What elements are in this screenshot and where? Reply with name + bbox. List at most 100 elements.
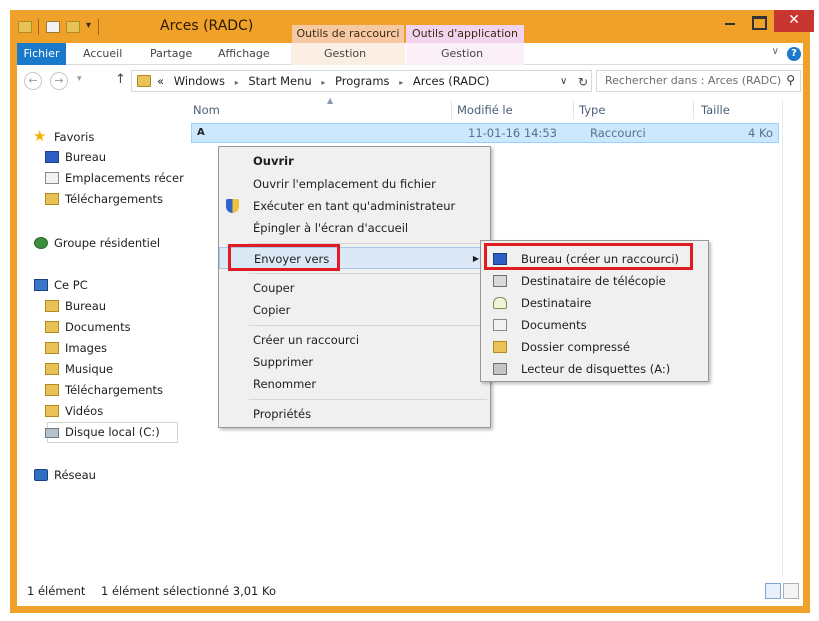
pane-divider	[782, 99, 783, 577]
menu-ouvrir-emplacement[interactable]: Ouvrir l'emplacement du fichier	[219, 173, 490, 195]
close-button[interactable]: ✕	[774, 10, 814, 32]
column-divider[interactable]	[693, 101, 694, 119]
tab-partage[interactable]: Partage	[150, 43, 192, 65]
menu-copier[interactable]: Copier	[219, 299, 490, 321]
drive-icon	[45, 428, 59, 438]
menu-ouvrir-emplacement-label: Ouvrir l'emplacement du fichier	[253, 177, 436, 191]
file-size: 4 Ko	[748, 126, 773, 140]
navigation-bar: ← → ▾ ↑ « Windows ▸ Start Menu ▸ Program…	[17, 65, 803, 97]
submenu-documents[interactable]: Documents	[481, 314, 708, 336]
tab-accueil[interactable]: Accueil	[83, 43, 122, 65]
documents-icon	[45, 321, 59, 333]
breadcrumb-separator-icon[interactable]: ▸	[235, 78, 239, 87]
search-icon[interactable]: ⚲	[786, 73, 795, 87]
search-input[interactable]: Rechercher dans : Arces (RADC)	[605, 71, 781, 91]
nav-emplacements-label: Emplacements récer	[65, 171, 184, 185]
properties-icon[interactable]	[46, 21, 60, 33]
nav-groupe-label: Groupe résidentiel	[54, 236, 161, 250]
menu-couper[interactable]: Couper	[219, 277, 490, 299]
menu-proprietes-label: Propriétés	[253, 407, 312, 421]
minimize-button[interactable]	[716, 10, 744, 32]
menu-renommer[interactable]: Renommer	[219, 373, 490, 395]
refresh-icon[interactable]: ↻	[578, 72, 588, 92]
submenu-lecteur-disquettes[interactable]: Lecteur de disquettes (A:)	[481, 358, 708, 380]
downloads-icon	[45, 384, 59, 396]
downloads-icon	[45, 193, 59, 205]
tab-gestion-application[interactable]: Gestion	[441, 43, 483, 65]
nav-telechargements-label: Téléchargements	[65, 192, 164, 206]
back-button[interactable]: ←	[24, 72, 42, 90]
menu-ouvrir-label: Ouvrir	[253, 154, 294, 168]
menu-creer-raccourci[interactable]: Créer un raccourci	[219, 329, 490, 351]
breadcrumb-start-menu[interactable]: Start Menu	[248, 74, 311, 88]
tab-fichier[interactable]: Fichier	[17, 43, 66, 65]
close-icon: ✕	[788, 12, 800, 28]
breadcrumb-separator-icon[interactable]: ▸	[321, 78, 325, 87]
menu-separator	[249, 325, 487, 326]
highlight-box-bureau-raccourci	[484, 243, 693, 270]
menu-executer-admin[interactable]: Exécuter en tant qu'administrateur	[219, 195, 490, 217]
column-modifie[interactable]: Modifié le	[457, 103, 513, 117]
file-row[interactable]: A 11-01-16 14:53 Raccourci 4 Ko	[191, 123, 779, 143]
ribbon-tabs: Fichier Accueil Partage Affichage Gestio…	[17, 43, 803, 65]
forward-button[interactable]: →	[50, 72, 68, 90]
up-button[interactable]: ↑	[115, 72, 126, 87]
details-view-button[interactable]	[765, 583, 781, 599]
quick-access-separator	[38, 19, 39, 35]
highlight-box-envoyer-vers	[228, 244, 340, 271]
pictures-icon	[45, 342, 59, 354]
submenu-documents-label: Documents	[521, 318, 587, 332]
breadcrumb-windows[interactable]: Windows	[174, 74, 225, 88]
menu-ouvrir[interactable]: Ouvrir	[219, 150, 490, 172]
tab-affichage[interactable]: Affichage	[218, 43, 270, 65]
recent-locations-icon[interactable]: ▾	[77, 74, 82, 84]
menu-renommer-label: Renommer	[253, 377, 317, 391]
quick-access-dropdown-icon[interactable]: ▾	[86, 20, 91, 36]
title-bar: ▾ Arces (RADC) Outils de raccourci Outil…	[10, 10, 814, 43]
nav-favoris-label: Favoris	[54, 130, 95, 144]
submenu-dossier-compresse[interactable]: Dossier compressé	[481, 336, 708, 358]
nav-reseau-label: Réseau	[54, 468, 96, 482]
status-count: 1 élément	[27, 584, 86, 598]
submenu-disquettes-label: Lecteur de disquettes (A:)	[521, 362, 671, 376]
breadcrumb-separator-icon[interactable]: ▸	[399, 78, 403, 87]
breadcrumb-arces[interactable]: Arces (RADC)	[413, 74, 490, 88]
nav-cepc-label: Ce PC	[54, 278, 88, 292]
submenu-dossier-label: Dossier compressé	[521, 340, 630, 354]
computer-icon	[34, 279, 48, 291]
maximize-button[interactable]	[744, 10, 772, 32]
large-icons-view-button[interactable]	[783, 583, 799, 599]
context-tab-outils-application[interactable]: Outils d'application	[406, 25, 524, 43]
column-nom[interactable]: Nom	[193, 103, 220, 117]
search-box[interactable]: Rechercher dans : Arces (RADC) ⚲	[596, 70, 801, 92]
column-taille[interactable]: Taille	[701, 103, 730, 117]
menu-copier-label: Copier	[253, 303, 291, 317]
column-type[interactable]: Type	[579, 103, 605, 117]
tab-gestion-raccourci[interactable]: Gestion	[324, 43, 366, 65]
music-icon	[45, 363, 59, 375]
menu-creer-raccourci-label: Créer un raccourci	[253, 333, 360, 347]
new-folder-icon[interactable]	[66, 21, 80, 33]
folder-icon	[18, 21, 32, 33]
nav-videos-label: Vidéos	[65, 404, 104, 418]
menu-proprietes[interactable]: Propriétés	[219, 403, 490, 425]
address-dropdown-icon[interactable]: ∨	[560, 72, 567, 92]
submenu-destinataire-telecopie[interactable]: Destinataire de télécopie	[481, 270, 708, 292]
videos-icon	[45, 405, 59, 417]
nav-documents-label: Documents	[65, 320, 131, 334]
ribbon-expand-icon[interactable]: ∨	[772, 46, 779, 57]
recent-places-icon	[45, 172, 59, 184]
breadcrumb-programs[interactable]: Programs	[335, 74, 390, 88]
help-icon[interactable]: ?	[787, 47, 801, 61]
breadcrumb-overflow[interactable]: «	[157, 74, 164, 88]
column-divider[interactable]	[451, 101, 452, 119]
address-bar[interactable]: « Windows ▸ Start Menu ▸ Programs ▸ Arce…	[131, 70, 592, 92]
column-divider[interactable]	[573, 101, 574, 119]
star-icon: ★	[33, 127, 47, 145]
menu-executer-admin-label: Exécuter en tant qu'administrateur	[253, 199, 456, 213]
context-tab-outils-raccourci[interactable]: Outils de raccourci	[292, 25, 404, 43]
submenu-destinataire[interactable]: Destinataire	[481, 292, 708, 314]
nav-disque-label: Disque local (C:)	[65, 425, 160, 439]
menu-epingler[interactable]: Épingler à l'écran d'accueil	[219, 217, 490, 239]
menu-supprimer[interactable]: Supprimer	[219, 351, 490, 373]
